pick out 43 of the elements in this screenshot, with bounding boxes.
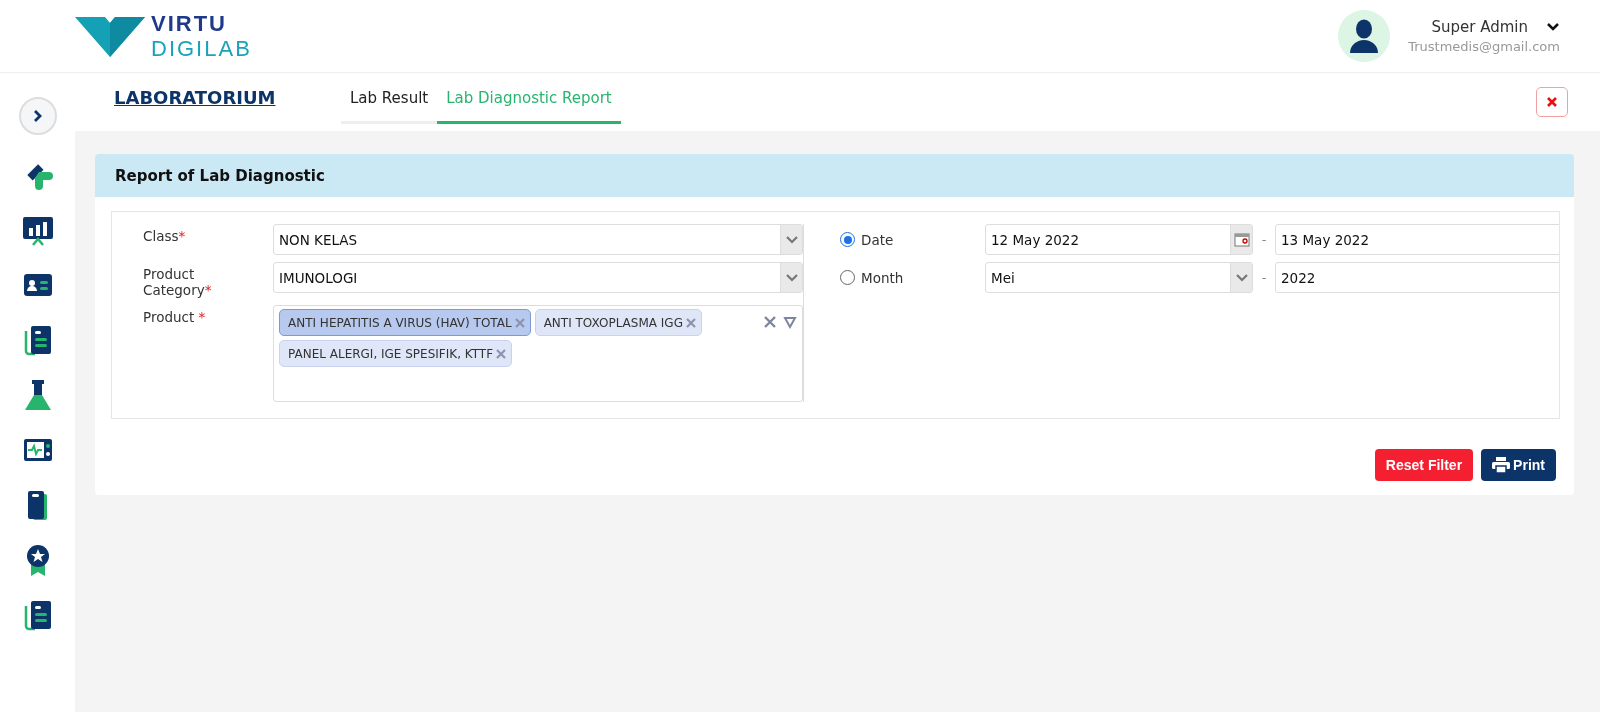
logo-text: DIGILAB	[151, 37, 252, 60]
printer-icon	[1492, 457, 1511, 474]
chevron-down-icon	[785, 273, 798, 282]
chevron-right-icon	[32, 109, 43, 123]
remove-icon	[513, 316, 526, 329]
product-tag[interactable]: PANEL ALERGI, IGE SPESIFIK, KTTF	[279, 340, 513, 368]
product-tag[interactable]: ANTI HEPATITIS A VIRUS (HAV) TOTAL	[279, 309, 531, 337]
select-field[interactable]: Mei	[985, 262, 1253, 293]
field-label: Product *	[143, 308, 207, 328]
module-title: LABORATORIUM	[114, 87, 277, 108]
calendar-icon	[1233, 232, 1250, 247]
field-label: Product Category*	[143, 265, 213, 299]
chevron-down-icon	[785, 235, 798, 244]
radio-option[interactable]: Month	[840, 262, 985, 293]
print-button[interactable]: Print	[1481, 449, 1556, 482]
close-icon	[1547, 97, 1557, 107]
remove-icon	[495, 347, 508, 360]
range-separator: -	[1260, 232, 1268, 247]
user-icon	[1349, 19, 1380, 53]
user-name: Super Admin	[1431, 18, 1528, 36]
select-field[interactable]: IMUNOLOGI	[273, 262, 803, 293]
reset-filter-button[interactable]: Reset Filter	[1374, 449, 1474, 482]
date-field[interactable]: 13 May 2022	[1275, 224, 1559, 255]
field-label: Class*	[143, 227, 187, 246]
year-field[interactable]: 2022	[1275, 262, 1559, 293]
logo-text: VIRTU	[151, 12, 228, 35]
range-separator: -	[1260, 270, 1268, 285]
radio-option[interactable]: Date	[840, 224, 985, 255]
multi-select-field[interactable]: ANTI HEPATITIS A VIRUS (HAV) TOTAL ANTI TOXOPLASMA IGG PANEL ALERGI, IGE SPESIFIK, KTTF	[273, 305, 803, 403]
remove-icon	[684, 316, 697, 329]
select-field[interactable]: NON KELAS	[273, 224, 803, 255]
close-button[interactable]	[1536, 87, 1568, 117]
product-tag[interactable]: ANTI TOXOPLASMA IGG	[534, 309, 702, 337]
card-title: Report of Lab Diagnostic	[115, 166, 325, 185]
chevron-down-icon[interactable]	[1546, 22, 1560, 32]
date-field[interactable]: 12 May 2022	[985, 224, 1253, 255]
user-email: Trustmedis@gmail.com	[1408, 39, 1560, 54]
chevron-down-icon	[1235, 273, 1248, 282]
tab[interactable]: Lab Result	[341, 87, 438, 124]
logo-icon	[75, 15, 145, 57]
triangle-down-icon[interactable]	[783, 315, 797, 330]
clear-icon[interactable]	[763, 315, 777, 330]
expand-button[interactable]	[18, 97, 57, 135]
